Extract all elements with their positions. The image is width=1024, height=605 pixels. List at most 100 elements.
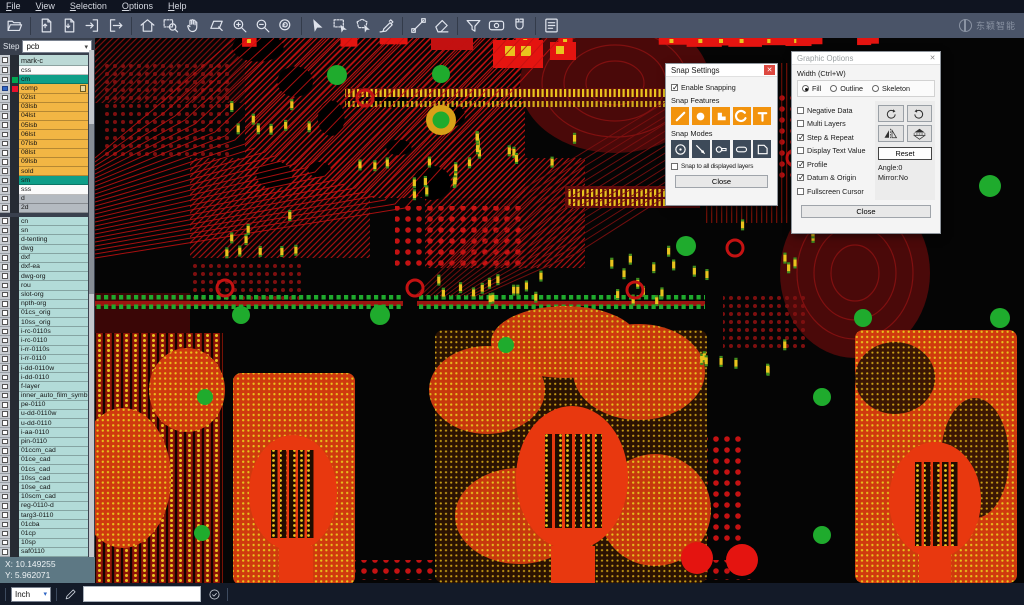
mirror-horizontal-button[interactable] — [878, 125, 904, 142]
layer-name[interactable]: i-dd-0110w — [19, 364, 88, 373]
layer-row[interactable]: dxf — [0, 254, 88, 263]
snap-line-button[interactable] — [671, 107, 689, 125]
layer-checkbox-cell[interactable] — [0, 66, 10, 75]
checkbox-icon[interactable] — [797, 147, 804, 154]
layer-name[interactable]: 06lst — [19, 130, 88, 139]
layer-name[interactable]: rou — [19, 281, 88, 290]
layer-row[interactable]: 10ss_orig — [0, 318, 88, 327]
step-dropdown[interactable]: pcb ▾ — [22, 40, 92, 53]
layer-row[interactable]: css — [0, 66, 88, 75]
layer-checkbox-cell[interactable] — [0, 272, 10, 281]
layer-row[interactable]: 08lst — [0, 149, 88, 158]
layer-name[interactable]: cm — [19, 75, 88, 84]
layer-checkbox-cell[interactable] — [0, 254, 10, 263]
checkbox-profile[interactable]: Profile — [797, 160, 871, 169]
layer-name[interactable]: 10scm_cad — [19, 493, 88, 502]
file-download-button[interactable] — [58, 14, 81, 37]
layer-name[interactable]: 01ccm_cad — [19, 447, 88, 456]
layer-visibility-checkbox[interactable] — [2, 77, 8, 83]
layer-row[interactable]: rou — [0, 281, 88, 290]
layer-visibility-checkbox[interactable] — [2, 141, 8, 147]
graphic-close-button[interactable]: Close — [801, 205, 931, 218]
checkbox-icon[interactable] — [797, 188, 804, 195]
snap-all-layers-checkbox[interactable]: Snap to all displayed layers — [671, 163, 772, 170]
sign-in-button[interactable] — [81, 14, 104, 37]
layer-visibility-checkbox[interactable] — [2, 218, 8, 224]
layer-visibility-checkbox[interactable] — [2, 338, 8, 344]
menu-item-file[interactable]: File — [6, 0, 21, 13]
layer-row[interactable]: saf0110 — [0, 548, 88, 557]
layer-row[interactable]: 10ss_cad — [0, 474, 88, 483]
checkbox-icon[interactable] — [797, 174, 804, 181]
layer-checkbox-cell[interactable] — [0, 336, 10, 345]
layer-name[interactable]: i-aa-0110 — [19, 428, 88, 437]
layer-checkbox-cell[interactable] — [0, 373, 10, 382]
layer-row[interactable]: 06lst — [0, 130, 88, 139]
menu-item-selection[interactable]: Selection — [70, 0, 107, 13]
layer-checkbox-cell[interactable] — [0, 84, 10, 93]
layer-row[interactable]: 01cs_cad — [0, 465, 88, 474]
layer-checkbox-cell[interactable] — [0, 195, 10, 204]
layer-row[interactable]: 10scm_cad — [0, 493, 88, 502]
layer-name[interactable]: sss — [19, 185, 88, 194]
rotate-ccw-button[interactable] — [907, 105, 933, 122]
layer-row[interactable]: cn — [0, 217, 88, 226]
layer-visibility-checkbox[interactable] — [2, 448, 8, 454]
layer-visibility-checkbox[interactable] — [2, 476, 8, 482]
zoom-window-button[interactable] — [159, 14, 182, 37]
close-icon[interactable]: ✕ — [927, 53, 938, 63]
layer-visibility-checkbox[interactable] — [2, 512, 8, 518]
layer-visibility-checkbox[interactable] — [2, 503, 8, 509]
layer-row[interactable]: dwg — [0, 245, 88, 254]
layer-row[interactable]: inner_auto_film_symb — [0, 392, 88, 401]
layer-checkbox-cell[interactable] — [0, 465, 10, 474]
file-upload-button[interactable] — [35, 14, 58, 37]
zoom-previous-button[interactable] — [274, 14, 297, 37]
layer-visibility-checkbox[interactable] — [2, 485, 8, 491]
eraser-button[interactable] — [430, 14, 453, 37]
layer-name[interactable]: 2d — [19, 204, 88, 213]
layer-name[interactable]: 10se_cad — [19, 483, 88, 492]
layer-checkbox-cell[interactable] — [0, 520, 10, 529]
layer-row[interactable]: sss — [0, 185, 88, 194]
layer-checkbox-cell[interactable] — [0, 346, 10, 355]
layer-name[interactable]: u-dd-0110 — [19, 419, 88, 428]
layer-name[interactable]: css — [19, 66, 88, 75]
layer-row[interactable]: sold — [0, 167, 88, 176]
layer-checkbox-cell[interactable] — [0, 529, 10, 538]
layer-visibility-checkbox[interactable] — [2, 273, 8, 279]
snap-arc-button[interactable] — [733, 107, 751, 125]
layer-name[interactable]: mark-c — [19, 55, 88, 66]
layer-name[interactable]: i-rr-0110s — [19, 346, 88, 355]
layer-checkbox-cell[interactable] — [0, 140, 10, 149]
checkbox-icon[interactable] — [671, 84, 678, 91]
layer-name[interactable]: 08lst — [19, 149, 88, 158]
layer-visibility-checkbox[interactable] — [2, 384, 8, 390]
checkbox-fullscreen-cursor[interactable]: Fullscreen Cursor — [797, 187, 871, 196]
layer-row[interactable]: d-tenting — [0, 235, 88, 244]
layer-visibility-checkbox[interactable] — [2, 457, 8, 463]
layer-row[interactable]: f-layer — [0, 382, 88, 391]
command-input[interactable] — [83, 586, 201, 602]
layer-row[interactable]: 2d — [0, 204, 88, 213]
layer-checkbox-cell[interactable] — [0, 158, 10, 167]
layer-visibility-checkbox[interactable] — [2, 228, 8, 234]
layer-name[interactable]: sn — [19, 226, 88, 235]
layer-visibility-checkbox[interactable] — [2, 329, 8, 335]
layer-name[interactable]: i-rc-0110s — [19, 327, 88, 336]
menu-item-help[interactable]: Help — [168, 0, 187, 13]
layer-row[interactable]: reg-0110-d — [0, 502, 88, 511]
layer-checkbox-cell[interactable] — [0, 401, 10, 410]
layer-name[interactable]: d — [19, 195, 88, 204]
layer-checkbox-cell[interactable] — [0, 548, 10, 557]
layer-visibility-checkbox[interactable] — [2, 57, 8, 63]
radio-fill[interactable]: Fill — [802, 84, 821, 93]
graphic-dialog-titlebar[interactable]: Graphic Options ✕ — [792, 52, 940, 65]
sign-out-button[interactable] — [104, 14, 127, 37]
layer-checkbox-cell[interactable] — [0, 235, 10, 244]
checkbox-display-text-value[interactable]: Display Text Value — [797, 146, 871, 155]
mirror-vertical-button[interactable] — [907, 125, 933, 142]
layer-checkbox-cell[interactable] — [0, 75, 10, 84]
layer-visibility-checkbox[interactable] — [2, 549, 8, 555]
checkbox-icon[interactable] — [797, 161, 804, 168]
